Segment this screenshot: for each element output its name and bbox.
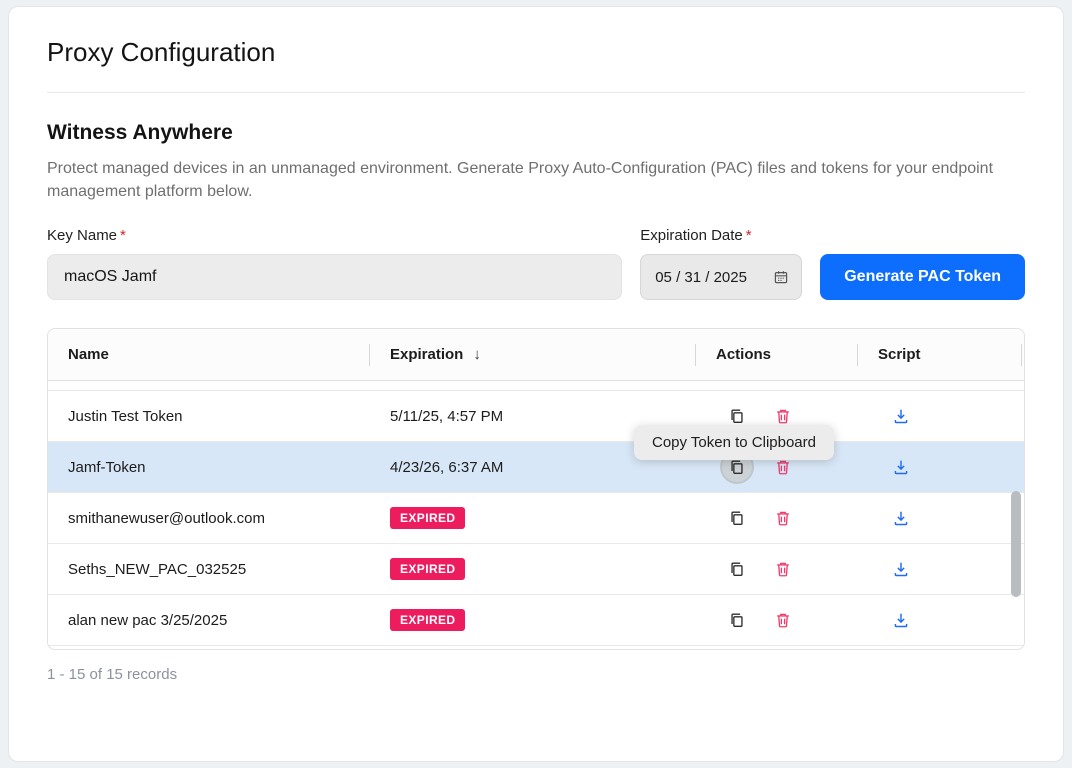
token-name: Justin Test Token — [48, 391, 370, 441]
delete-token-button[interactable] — [768, 605, 798, 635]
row-actions — [696, 493, 858, 543]
table-row: Seths_NEW_PAC_032525 EXPIRED — [48, 544, 1024, 595]
expired-badge: EXPIRED — [390, 507, 465, 529]
copy-token-button[interactable] — [722, 554, 752, 584]
download-script-button[interactable] — [886, 554, 916, 584]
calendar-icon[interactable] — [773, 269, 789, 285]
download-script-button[interactable] — [886, 452, 916, 482]
column-header-expiration[interactable]: Expiration↓ — [370, 329, 696, 380]
row-script — [858, 544, 1022, 594]
expiration-date-input[interactable]: 05 / 31 / 2025 — [640, 254, 802, 300]
scrollbar-thumb[interactable] — [1011, 491, 1021, 597]
table-row: alan new pac 3/25/2025 EXPIRED — [48, 595, 1024, 646]
row-actions — [696, 595, 858, 645]
column-header-actions[interactable]: Actions — [696, 329, 858, 380]
sort-descending-icon: ↓ — [473, 346, 481, 363]
table-row-selected: Jamf-Token 4/23/26, 6:37 AM — [48, 442, 1024, 493]
download-script-button[interactable] — [886, 605, 916, 635]
table-header: Name Expiration↓ Actions Script — [48, 329, 1024, 381]
token-expiration: EXPIRED — [370, 493, 696, 543]
row-script — [858, 442, 1022, 492]
column-header-name[interactable]: Name — [48, 329, 370, 380]
row-script — [858, 595, 1022, 645]
section-description: Protect managed devices in an unmanaged … — [47, 157, 1025, 203]
copy-token-button[interactable] — [722, 503, 752, 533]
title-divider — [47, 92, 1025, 93]
expiration-date-field: Expiration Date* 05 / 31 / 2025 — [640, 227, 802, 300]
expiration-date-label: Expiration Date* — [640, 227, 802, 244]
token-expiration: EXPIRED — [370, 544, 696, 594]
records-count: 1 - 15 of 15 records — [47, 666, 1025, 683]
partial-scrolled-row — [48, 381, 1024, 391]
table-row: smithanewuser@outlook.com EXPIRED — [48, 493, 1024, 544]
table-scrollbar[interactable] — [1011, 381, 1021, 647]
download-script-button[interactable] — [886, 401, 916, 431]
key-name-field: Key Name* — [47, 227, 622, 300]
table-row: Justin Test Token 5/11/25, 4:57 PM — [48, 391, 1024, 442]
table-bottom-spacer — [48, 646, 1024, 649]
required-marker: * — [120, 227, 126, 244]
required-marker: * — [746, 227, 752, 244]
expired-badge: EXPIRED — [390, 609, 465, 631]
delete-token-button[interactable] — [768, 503, 798, 533]
token-name: Jamf-Token — [48, 442, 370, 492]
key-name-label: Key Name* — [47, 227, 622, 244]
column-header-script[interactable]: Script — [858, 329, 1022, 380]
token-expiration: EXPIRED — [370, 595, 696, 645]
row-script — [858, 391, 1022, 441]
row-actions — [696, 544, 858, 594]
row-script — [858, 493, 1022, 543]
tokens-table: Name Expiration↓ Actions Script Justin T… — [47, 328, 1025, 650]
copy-token-button[interactable] — [722, 605, 752, 635]
proxy-configuration-card: Proxy Configuration Witness Anywhere Pro… — [8, 6, 1064, 762]
table-body: Justin Test Token 5/11/25, 4:57 PM — [48, 381, 1024, 649]
download-script-button[interactable] — [886, 503, 916, 533]
token-name: Seths_NEW_PAC_032525 — [48, 544, 370, 594]
page-title: Proxy Configuration — [47, 37, 1025, 68]
delete-token-button[interactable] — [768, 554, 798, 584]
generate-pac-token-button[interactable]: Generate PAC Token — [820, 254, 1025, 300]
token-name: smithanewuser@outlook.com — [48, 493, 370, 543]
expiration-date-value: 05 / 31 / 2025 — [655, 269, 747, 286]
expired-badge: EXPIRED — [390, 558, 465, 580]
section-title: Witness Anywhere — [47, 121, 1025, 145]
key-name-input[interactable] — [47, 254, 622, 300]
token-name: alan new pac 3/25/2025 — [48, 595, 370, 645]
copy-token-tooltip: Copy Token to Clipboard — [634, 425, 834, 460]
pac-token-form: Key Name* Expiration Date* 05 / 31 / 202… — [47, 227, 1025, 300]
